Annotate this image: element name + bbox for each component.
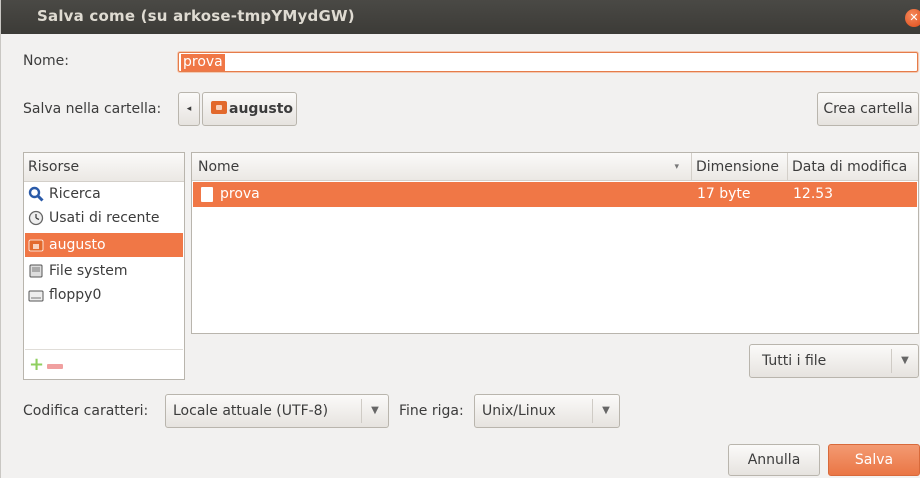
add-bookmark-icon[interactable]: + [29,356,44,374]
file-list: Nome ▾ Dimensione Data di modifica prova… [191,152,919,334]
path-button-augusto[interactable]: augusto [202,92,297,126]
clock-icon [28,210,44,226]
place-label: Ricerca [49,186,101,202]
search-icon [28,186,44,202]
place-file-system[interactable]: File system [25,259,183,283]
column-header-name[interactable]: Nome ▾ [192,153,692,181]
file-size: 17 byte [697,186,751,202]
file-row[interactable]: prova 17 byte 12.53 [193,182,917,207]
filename-input[interactable]: prova [178,52,918,72]
place-floppy0[interactable]: floppy0 [25,283,183,307]
chevron-down-icon: ▼ [891,349,918,373]
window-title: Salva come (su arkose-tmpYMydGW) [37,7,355,25]
places-sidebar: Risorse Ricerca Usati di recente augusto… [23,152,185,380]
line-ending-select[interactable]: Unix/Linux ▼ [474,394,620,428]
file-filter-select[interactable]: Tutti i file ▼ [749,344,919,378]
place-label: File system [49,263,128,279]
save-dialog: Salva come (su arkose-tmpYMydGW) ✕ Nome:… [0,0,920,478]
home-folder-icon [211,101,227,114]
places-header[interactable]: Risorse [24,153,184,182]
chevron-down-icon: ▼ [361,399,388,423]
create-folder-button[interactable]: Crea cartella [817,92,919,126]
home-folder-icon [28,239,44,252]
encoding-label: Codifica caratteri: [23,403,149,419]
title-bar[interactable]: Salva come (su arkose-tmpYMydGW) ✕ [1,0,920,34]
path-back-button[interactable]: ◂ [178,92,200,126]
path-button-label: augusto [229,101,294,117]
cancel-button[interactable]: Annulla [728,444,820,476]
floppy-icon [28,290,44,302]
place-label: Usati di recente [49,210,160,226]
sort-down-icon: ▾ [674,162,679,172]
place-label: floppy0 [49,287,102,303]
name-label: Nome: [23,53,70,69]
line-ending-label: Fine riga: [399,403,464,419]
places-toolbar: + [25,349,183,380]
place-recent[interactable]: Usati di recente [25,206,183,230]
filter-value: Tutti i file [762,353,827,369]
place-label: augusto [49,237,106,253]
file-icon [201,187,213,202]
filename-value: prova [181,54,225,71]
place-augusto[interactable]: augusto [25,233,183,257]
save-button[interactable]: Salva [828,444,920,476]
line-ending-value: Unix/Linux [482,403,556,419]
remove-bookmark-icon[interactable] [47,364,63,369]
column-header-label: Nome [198,159,240,175]
column-header-modified[interactable]: Data di modifica [788,153,918,181]
encoding-value: Locale attuale (UTF-8) [173,403,329,419]
chevron-down-icon: ▼ [592,399,619,423]
file-name: prova [220,186,260,202]
file-modified: 12.53 [793,186,834,202]
drive-icon [29,264,43,278]
encoding-select[interactable]: Locale attuale (UTF-8) ▼ [165,394,389,428]
save-in-folder-label: Salva nella cartella: [23,101,162,117]
close-icon[interactable]: ✕ [905,9,920,27]
column-header-size[interactable]: Dimensione [692,153,788,181]
place-search[interactable]: Ricerca [25,182,183,206]
